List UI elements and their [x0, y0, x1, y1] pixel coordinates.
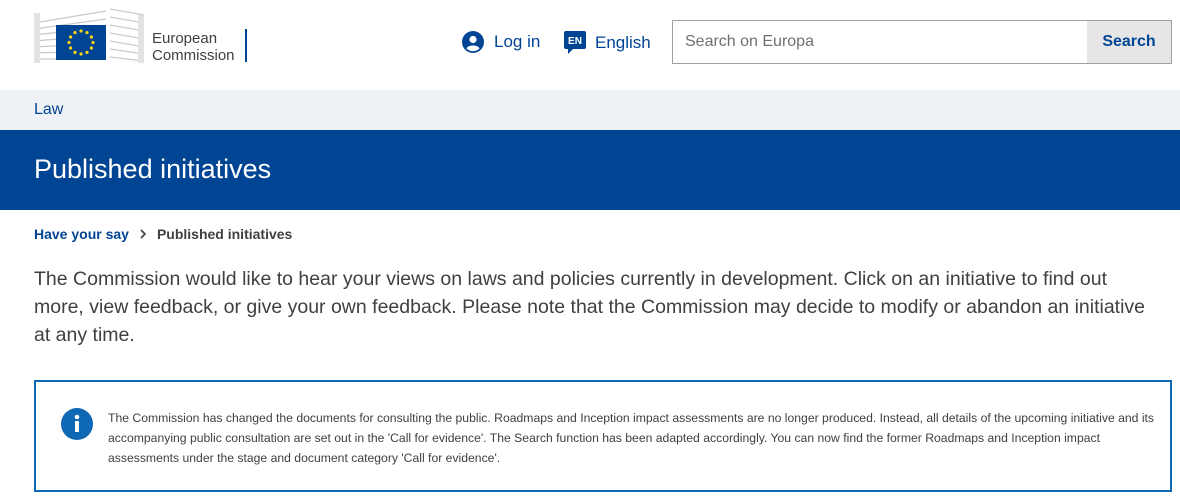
- search-input[interactable]: [673, 21, 1087, 63]
- info-message-text: The Commission has changed the documents…: [108, 411, 1155, 465]
- site-header: European Commission Log in EN English Se…: [0, 0, 1180, 90]
- breadcrumb-link-have-your-say[interactable]: Have your say: [34, 226, 129, 242]
- site-name-link[interactable]: Law: [34, 101, 63, 119]
- logo-line-2: Commission: [152, 47, 235, 64]
- page-title: Published initiatives: [34, 154, 272, 184]
- logo-divider: [245, 29, 247, 62]
- breadcrumb: Have your say Published initiatives: [34, 226, 292, 242]
- search-button[interactable]: Search: [1087, 21, 1171, 63]
- logo-text: European Commission: [152, 30, 235, 64]
- info-icon: [61, 408, 93, 440]
- language-label: English: [595, 33, 651, 52]
- login-label: Log in: [494, 32, 541, 51]
- login-link[interactable]: Log in: [462, 30, 540, 54]
- site-name-bar: Law: [0, 90, 1180, 130]
- breadcrumb-current: Published initiatives: [156, 226, 293, 242]
- language-selector[interactable]: EN English: [563, 30, 651, 56]
- intro-text: The Commission would like to hear your v…: [34, 268, 1146, 346]
- chevron-right-icon: [140, 229, 147, 239]
- logo-line-1: European: [152, 30, 218, 47]
- page-header: Published initiatives: [0, 130, 1180, 210]
- user-icon: [462, 31, 484, 53]
- language-code: EN: [568, 36, 582, 47]
- speech-bubble-icon: EN: [564, 31, 586, 54]
- info-message-box: The Commission has changed the documents…: [34, 380, 1172, 492]
- search-form: Search: [672, 20, 1172, 64]
